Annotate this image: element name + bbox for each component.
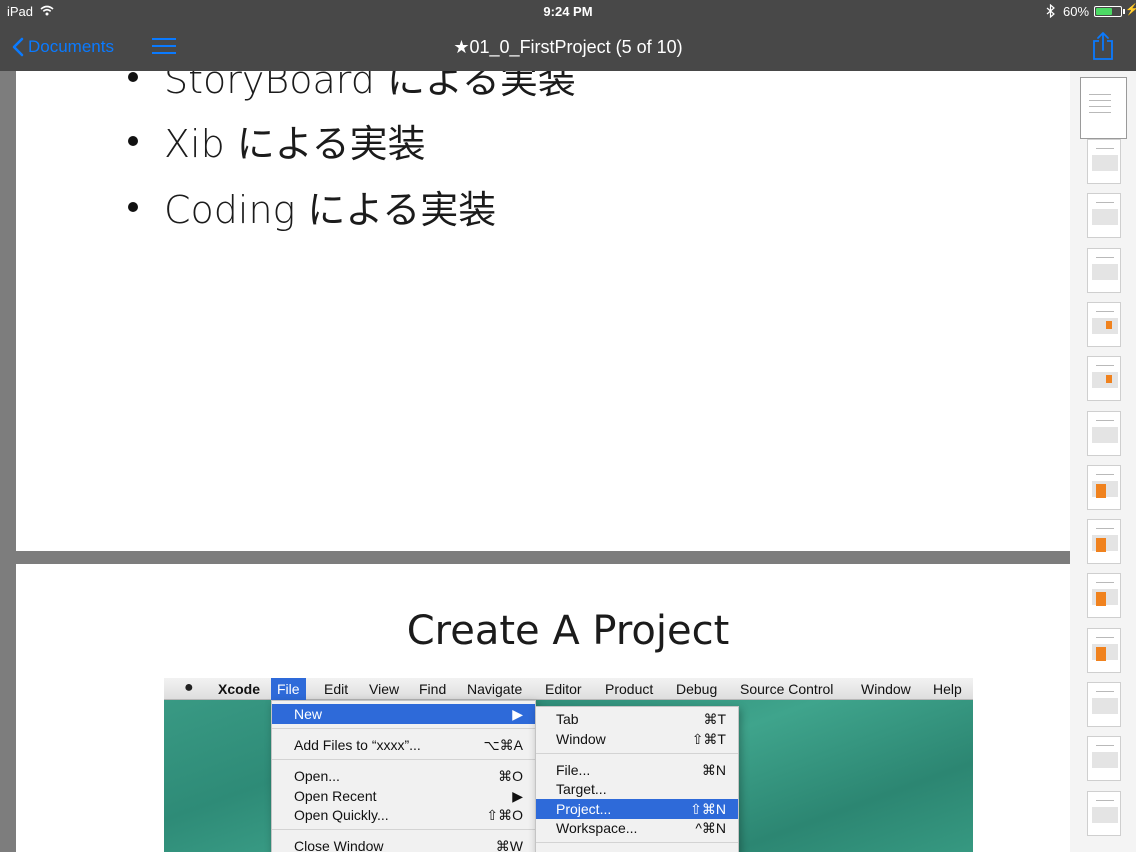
bullet-item: Xib による実装 <box>128 113 426 168</box>
bullet-dot <box>128 201 138 212</box>
page-thumbnail[interactable] <box>1087 247 1121 293</box>
new-menu-file: File... ⌘N <box>556 762 726 778</box>
xcode-menu-screenshot: ● Xcode File Edit View Find Navigate Edi… <box>164 678 973 852</box>
menu-help: Help <box>933 681 962 697</box>
new-menu-window: Window ⇧⌘T <box>556 731 726 747</box>
mac-menubar: ● Xcode File Edit View Find Navigate Edi… <box>164 678 973 700</box>
file-menu-open-quickly: Open Quickly... ⇧⌘O <box>294 807 523 823</box>
file-dropdown-menu: New ▶ Add Files to “xxxx”... ⌥⌘A Open... ⌘O… <box>271 700 536 852</box>
slide-title: Create A Project <box>406 608 730 654</box>
menu-edit: Edit <box>324 681 349 697</box>
document-title: ★01_0_FirstProject (5 of 10) <box>453 37 683 57</box>
battery-percent: 60% <box>1063 4 1090 19</box>
menu-find: Find <box>419 681 447 697</box>
bullet-dot <box>128 135 138 146</box>
pdf-page-current: Create A Project ● Xcode File Edit View … <box>16 564 1070 852</box>
page-thumbnail[interactable] <box>1087 464 1121 510</box>
file-menu-open-recent: Open Recent ▶ <box>294 788 523 804</box>
page-thumbnail[interactable] <box>1087 410 1121 456</box>
page-thumbnail[interactable] <box>1087 193 1121 239</box>
page-thumbnail[interactable] <box>1080 77 1127 139</box>
new-menu-target: Target... <box>556 781 607 797</box>
page-thumbnail-strip[interactable] <box>1070 71 1136 852</box>
new-submenu: Tab ⌘T Window ⇧⌘T File... ⌘N Target... Proj… <box>535 706 739 852</box>
file-menu-add-files: Add Files to “xxxx”... ⌥⌘A <box>294 737 523 753</box>
bullet-dot <box>128 71 138 82</box>
menu-debug: Debug <box>676 681 718 697</box>
file-menu-open: Open... ⌘O <box>294 768 523 784</box>
page-thumbnail[interactable] <box>1087 627 1121 673</box>
apple-logo-icon: ● <box>184 679 194 696</box>
new-menu-project: Project... ⇧⌘N <box>536 799 738 819</box>
menu-navigate: Navigate <box>467 681 523 697</box>
menu-view: View <box>369 681 400 697</box>
new-menu-workspace: Workspace... ^⌘N <box>556 820 726 836</box>
menu-window: Window <box>861 681 911 697</box>
status-time: 9:24 PM <box>543 4 593 19</box>
menu-source-control: Source Control <box>740 681 834 697</box>
page-thumbnail[interactable] <box>1087 356 1121 402</box>
file-menu-new: New ▶ <box>272 704 535 724</box>
page-thumbnail[interactable] <box>1087 682 1121 727</box>
page-thumbnail[interactable] <box>1087 301 1121 347</box>
bluetooth-icon <box>1046 4 1055 18</box>
battery-icon <box>1094 6 1122 17</box>
bullet-text: Xib による実装 <box>164 122 426 166</box>
page-thumbnail[interactable] <box>1087 139 1121 184</box>
menu-file: File <box>271 678 306 700</box>
page-thumbnail[interactable] <box>1087 573 1121 619</box>
bullet-text: Coding による実装 <box>164 188 497 232</box>
menu-product: Product <box>605 681 654 697</box>
page-thumbnail[interactable] <box>1087 519 1121 565</box>
page-thumbnail[interactable] <box>1087 736 1121 782</box>
menu-editor: Editor <box>545 681 582 697</box>
pdf-page-previous: StoryBoard による実装 Xib による実装 Coding による実装 <box>16 0 1070 551</box>
navigation-bar: iPad 9:24 PM 60% ⚡ Documents ★01_0_First… <box>0 0 1136 71</box>
file-menu-close-window: Close Window ⌘W <box>294 838 523 852</box>
menu-xcode: Xcode <box>218 681 261 697</box>
battery-level <box>1096 8 1112 15</box>
charging-icon: ⚡ <box>1125 4 1136 16</box>
new-menu-tab: Tab ⌘T <box>556 711 726 727</box>
bullet-item: Coding による実装 <box>128 179 496 234</box>
page-thumbnail[interactable] <box>1087 790 1121 836</box>
share-icon[interactable] <box>1091 31 1115 61</box>
